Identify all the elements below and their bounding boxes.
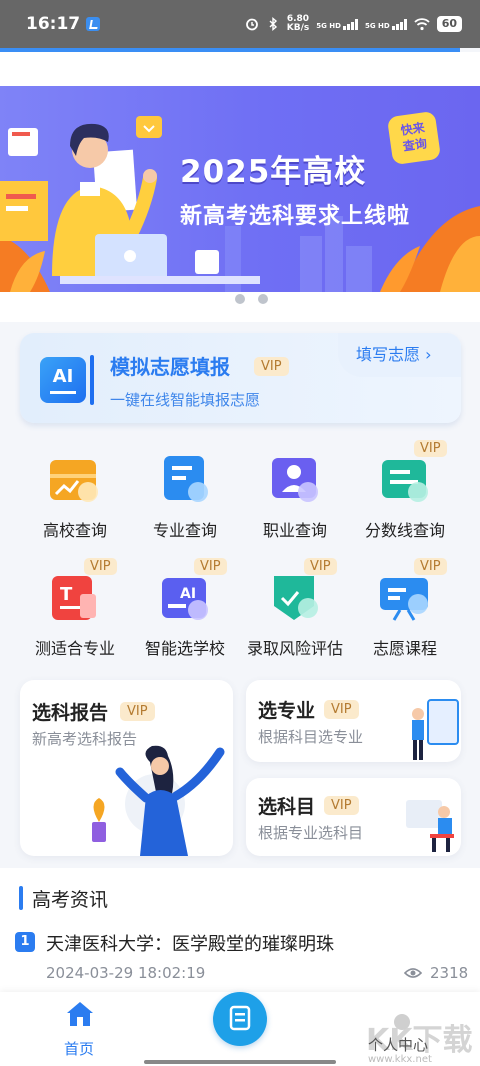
card-description: 根据专业选科目 — [258, 824, 364, 842]
wifi-icon — [414, 18, 430, 31]
news-index-badge: 1 — [15, 932, 35, 952]
bluetooth-icon — [269, 17, 277, 31]
svg-text:AI: AI — [180, 586, 196, 602]
vip-badge: VIP — [324, 700, 359, 719]
fill-application-link[interactable]: 填写志愿 › — [356, 341, 432, 365]
banner-carousel[interactable]: 2025年高校 新高考选科要求上线啦 快来 查询 — [0, 86, 480, 292]
alarm-icon — [245, 18, 258, 31]
choose-subject-card[interactable]: 选科目 VIP 根据专业选科目 — [246, 778, 461, 856]
nav-profile-label[interactable]: 个人中心 — [368, 1034, 428, 1055]
carousel-dot-1[interactable] — [235, 294, 245, 304]
carousel-dot-2[interactable] — [258, 294, 268, 304]
grid-label: 志愿课程 — [372, 639, 437, 658]
score-line-icon — [382, 460, 428, 502]
banner-badge: 快来 查询 — [386, 110, 442, 166]
home-indicator — [144, 1060, 336, 1064]
card-title: 选专业 — [258, 700, 316, 722]
grid-label: 录取风险评估 — [246, 639, 343, 658]
woman-illustration — [92, 745, 225, 856]
major-search-icon — [164, 456, 208, 502]
news-item-date: 2024-03-29 18:02:19 — [46, 964, 206, 982]
subject-report-card[interactable]: 选科报告 VIP 新高考选科报告 — [20, 680, 233, 856]
battery-indicator: 60 — [436, 16, 462, 32]
card-title: 选科目 — [258, 796, 316, 818]
nav-home-label[interactable]: 首页 — [64, 1038, 94, 1059]
news-section-title: 高考资讯 — [32, 889, 109, 911]
signal-1: 5G HD — [316, 18, 358, 30]
vip-badge: VIP — [304, 558, 337, 575]
grid-label: 智能选学校 — [144, 639, 225, 658]
presenter-illustration — [412, 699, 459, 760]
ai-application-card[interactable]: AI 模拟志愿填报 VIP 一键在线智能填报志愿 填写志愿 › — [20, 333, 461, 423]
vip-badge: VIP — [324, 796, 359, 815]
choose-major-card[interactable]: 选专业 VIP 根据科目选专业 — [246, 680, 461, 762]
grid-label: 测适合专业 — [34, 639, 115, 658]
news-item-title[interactable]: 天津医科大学：医学殿堂的璀璨明珠 — [46, 930, 334, 956]
grid-label: 专业查询 — [152, 521, 217, 540]
nav-center-button[interactable] — [213, 992, 267, 1046]
banner-subtitle: 新高考选科要求上线啦 — [180, 204, 411, 229]
svg-text:T: T — [60, 584, 73, 605]
banner-top-strip — [0, 52, 480, 86]
grid-item-major-search[interactable]: 专业查询 — [130, 440, 240, 550]
grid-item-university-search[interactable]: 高校查询 — [20, 440, 130, 550]
home-icon — [67, 1002, 93, 1026]
watermark-text: www.kkx.net — [368, 1054, 432, 1065]
nav-home[interactable] — [50, 1000, 110, 1032]
grid-label: 分数线查询 — [364, 521, 445, 540]
vip-badge: VIP — [414, 558, 447, 575]
signal-2: 5G HD — [365, 18, 407, 30]
major-test-icon: T — [52, 576, 96, 620]
pen-icon — [90, 355, 94, 405]
student-illustration — [406, 800, 454, 852]
career-search-icon — [272, 458, 318, 502]
clock: 16:17 — [26, 14, 81, 34]
vip-badge: VIP — [254, 357, 289, 376]
vip-badge: VIP — [414, 440, 447, 457]
grid-item-major-test[interactable]: T VIP 测适合专业 — [20, 558, 130, 668]
university-search-icon — [50, 460, 98, 502]
card-description: 根据科目选专业 — [258, 728, 364, 746]
news-item-views: 2318 — [404, 964, 468, 982]
grid-item-ai-school[interactable]: AI VIP 智能选学校 — [130, 558, 240, 668]
document-icon — [229, 1005, 251, 1031]
ai-card-title: 模拟志愿填报 — [110, 355, 230, 379]
app-notification-icon — [86, 17, 101, 31]
grid-label: 职业查询 — [262, 521, 327, 540]
ai-school-icon: AI — [162, 578, 208, 620]
risk-assessment-icon — [274, 576, 318, 620]
eye-icon — [404, 968, 422, 978]
grid-item-course[interactable]: VIP 志愿课程 — [350, 558, 460, 668]
grid-label: 高校查询 — [42, 521, 107, 540]
card-title: 选科报告 — [32, 702, 109, 724]
grid-item-score-line[interactable]: VIP 分数线查询 — [350, 440, 460, 550]
ai-logo-icon: AI — [40, 357, 86, 403]
grid-item-risk-assessment[interactable]: VIP 录取风险评估 — [240, 558, 350, 668]
banner-title: 2025年高校 — [180, 154, 367, 190]
grid-item-career-search[interactable]: 职业查询 — [240, 440, 350, 550]
vip-badge: VIP — [120, 702, 155, 721]
ai-card-description: 一键在线智能填报志愿 — [110, 391, 261, 409]
vip-badge: VIP — [84, 558, 117, 575]
vip-badge: VIP — [194, 558, 227, 575]
status-bar: 16:17 6.80 KB/s 5G HD 5G HD 60 — [0, 0, 480, 48]
course-icon — [380, 578, 428, 621]
network-speed: 6.80 KB/s — [286, 14, 310, 33]
section-marker — [19, 886, 23, 910]
